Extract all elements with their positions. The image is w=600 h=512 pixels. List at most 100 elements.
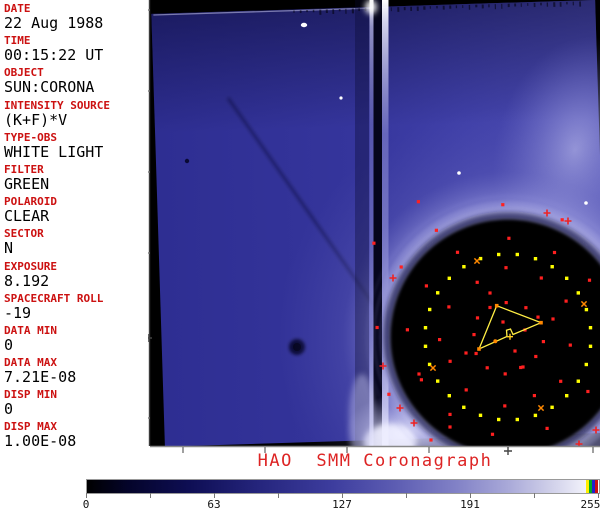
field-label: TYPE-OBS bbox=[4, 130, 57, 144]
field-label: DISP MIN bbox=[4, 388, 57, 402]
field-value: 0 bbox=[4, 335, 14, 354]
field-value: CLEAR bbox=[4, 207, 50, 226]
red-fiducial-dot bbox=[472, 333, 476, 337]
red-fiducial-dot bbox=[532, 394, 536, 398]
field-value: 8.192 bbox=[4, 271, 50, 290]
metadata-field: SECTOR N bbox=[0, 227, 148, 259]
colorbar-tick-label: 127 bbox=[332, 498, 352, 511]
field-value: -19 bbox=[4, 303, 32, 322]
red-fiducial-dot bbox=[417, 372, 421, 376]
red-fiducial-dot bbox=[504, 266, 508, 270]
colorbar-tick bbox=[406, 493, 407, 498]
field-value: (K+F)*V bbox=[4, 110, 68, 129]
red-fiducial-dot bbox=[552, 250, 557, 255]
red-fiducial-dot bbox=[503, 372, 507, 376]
field-value: WHITE LIGHT bbox=[4, 142, 104, 161]
field-value: GREEN bbox=[4, 174, 50, 193]
red-fiducial-dot bbox=[587, 278, 592, 282]
red-fiducial-dot bbox=[524, 306, 528, 310]
metadata-panel: DATE 22 Aug 1988 TIME 00:15:22 UT OBJECT SUN:… bbox=[0, 0, 148, 450]
footer-title: HAO SMM Coronagraph bbox=[257, 451, 493, 471]
image-panel bbox=[150, 0, 600, 446]
yellow-fiducial-dot bbox=[576, 291, 580, 295]
dark-dot bbox=[184, 158, 190, 164]
red-fiducial-dot bbox=[424, 284, 428, 288]
yellow-fiducial-dot bbox=[436, 379, 440, 383]
red-fiducial-dot bbox=[568, 343, 572, 347]
metadata-field: DATA MIN 0 bbox=[0, 324, 148, 356]
field-value: 00:15:22 UT bbox=[4, 46, 104, 65]
red-fiducial-dot bbox=[521, 365, 525, 369]
metadata-field: OBJECT SUN:CORONA bbox=[0, 66, 148, 98]
yellow-fiducial-dot bbox=[462, 265, 466, 269]
red-fiducial-dot bbox=[438, 338, 442, 342]
metadata-field: DISP MIN 0 bbox=[0, 388, 148, 420]
metadata-field: DISP MAX 1.00E-08 bbox=[0, 420, 148, 452]
red-fiducial-dot bbox=[387, 392, 391, 396]
metadata-field: EXPOSURE 8.192 bbox=[0, 260, 148, 292]
red-fiducial-dot bbox=[536, 315, 540, 319]
metadata-field: FILTER GREEN bbox=[0, 163, 148, 195]
yellow-fiducial-dot bbox=[436, 291, 440, 295]
yellow-fiducial-dot bbox=[478, 413, 483, 417]
red-fiducial-dot bbox=[586, 389, 590, 394]
yellow-fiducial-dot bbox=[462, 405, 466, 409]
field-value: 0 bbox=[4, 400, 14, 419]
red-fiducial-dot bbox=[564, 299, 568, 303]
yellow-fiducial-dot bbox=[428, 307, 432, 312]
metadata-field: TYPE-OBS WHITE LIGHT bbox=[0, 131, 148, 163]
yellow-fiducial-dot bbox=[588, 326, 593, 330]
red-fiducial-dot bbox=[429, 438, 433, 442]
red-fiducial-dot bbox=[372, 241, 376, 245]
yellow-fiducial-dot bbox=[515, 417, 519, 422]
red-fiducial-dot bbox=[455, 250, 460, 254]
red-fiducial-dot bbox=[434, 228, 438, 232]
colorbar-tick-label: 191 bbox=[460, 498, 480, 511]
star bbox=[584, 201, 588, 205]
colorbar-tick bbox=[534, 493, 535, 498]
yellow-fiducial-dot bbox=[515, 252, 519, 257]
red-fiducial-dot bbox=[464, 388, 468, 392]
field-value: SUN:CORONA bbox=[4, 78, 95, 97]
red-fiducial-dot bbox=[474, 351, 478, 356]
red-fiducial-dot bbox=[545, 426, 549, 430]
yellow-fiducial-dot bbox=[565, 394, 569, 398]
yellow-fiducial-dot bbox=[550, 405, 554, 409]
colorbar-tick bbox=[278, 493, 279, 498]
red-fiducial-dot bbox=[419, 378, 423, 382]
metadata-field: POLAROID CLEAR bbox=[0, 195, 148, 227]
red-fiducial-dot bbox=[551, 317, 555, 321]
metadata-field: SPACECRAFT ROLL -19 bbox=[0, 292, 148, 324]
yellow-fiducial-dot bbox=[497, 252, 501, 257]
star bbox=[300, 22, 308, 28]
yellow-fiducial-dot bbox=[497, 417, 501, 422]
yellow-fiducial-dot bbox=[423, 326, 428, 330]
colorbar-tick-label: 255 bbox=[580, 498, 600, 511]
field-label: SECTOR bbox=[4, 227, 44, 241]
red-fiducial-dot bbox=[485, 366, 489, 370]
red-fiducial-dot bbox=[416, 200, 420, 204]
red-fiducial-dot bbox=[448, 359, 452, 363]
field-label: EXPOSURE bbox=[4, 259, 57, 273]
red-fiducial-dot bbox=[488, 305, 492, 310]
star bbox=[339, 96, 343, 100]
red-fiducial-dot bbox=[507, 236, 511, 240]
red-fiducial-dot bbox=[504, 301, 508, 305]
yellow-fiducial-dot bbox=[447, 276, 451, 280]
yellow-fiducial-dot bbox=[447, 394, 451, 398]
yellow-fiducial-dot bbox=[576, 379, 580, 383]
colorbar-tick-label: 0 bbox=[82, 498, 90, 511]
yellow-fiducial-dot bbox=[533, 413, 538, 418]
colorbar-tick bbox=[150, 493, 151, 498]
red-fiducial-dot bbox=[541, 340, 545, 344]
yellow-fiducial-dot bbox=[588, 344, 593, 348]
colorbar bbox=[86, 479, 600, 494]
colorbar-end-stripe bbox=[595, 480, 598, 493]
yellow-fiducial-dot bbox=[565, 276, 569, 280]
red-fiducial-dot bbox=[405, 328, 409, 332]
red-fiducial-dot bbox=[559, 379, 563, 383]
yellow-fiducial-dot bbox=[533, 257, 538, 261]
red-fiducial-dot bbox=[475, 280, 479, 284]
field-label: SPACECRAFT ROLL bbox=[4, 291, 104, 305]
metadata-field: TIME 00:15:22 UT bbox=[0, 34, 148, 66]
